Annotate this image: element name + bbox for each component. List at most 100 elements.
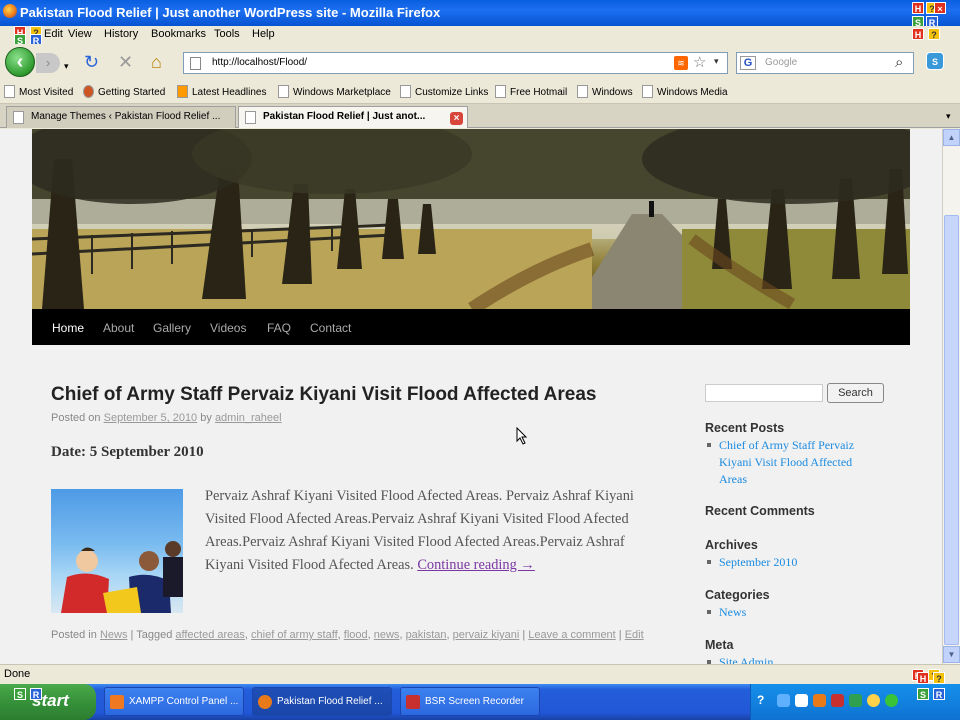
post-excerpt: Pervaiz Ashraf Kiyani Visited Flood Afec… (205, 485, 650, 577)
scroll-down-button[interactable]: ▼ (943, 646, 960, 663)
recent-comments-heading: Recent Comments (705, 504, 815, 518)
category-sidebar-link[interactable]: News (719, 604, 879, 621)
menu-view[interactable]: View (68, 28, 92, 40)
recorder-tray-icon[interactable] (831, 694, 844, 707)
tag-link[interactable]: pervaiz kiyani (453, 629, 520, 641)
recent-posts-heading: Recent Posts (705, 421, 785, 435)
close-icon[interactable]: × (934, 2, 946, 14)
menu-tools[interactable]: Tools (214, 28, 240, 40)
bookmarks-toolbar: Most Visited Getting Started Latest Head… (0, 80, 960, 104)
window-title-bar[interactable]: Pakistan Flood Relief | Just another Wor… (0, 0, 960, 28)
menu-edit[interactable]: Edit (44, 28, 63, 40)
volume-tray-icon[interactable] (867, 694, 880, 707)
recorder-red-icon-3: H (912, 28, 924, 40)
post-thumbnail[interactable] (51, 489, 183, 613)
security-tray-icon[interactable] (849, 694, 862, 707)
firefox-bookmark-icon (83, 85, 94, 98)
nav-home[interactable]: Home (52, 321, 84, 335)
rss-icon[interactable]: ≋ (674, 56, 688, 70)
scroll-thumb[interactable] (944, 215, 959, 645)
monitor-tray-icon[interactable] (795, 694, 808, 707)
by-label: by (200, 412, 212, 424)
tab-manage-themes[interactable]: Manage Themes ‹ Pakistan Flood Relief ..… (6, 106, 236, 128)
tab-bar: Manage Themes ‹ Pakistan Flood Relief ..… (0, 104, 960, 128)
page-bookmark-icon (278, 85, 289, 98)
forward-button[interactable]: › (36, 53, 60, 73)
page-bookmark-icon (400, 85, 411, 98)
post-title[interactable]: Chief of Army Staff Pervaiz Kiyani Visit… (51, 384, 597, 406)
site-admin-link[interactable]: Site Admin (719, 654, 879, 664)
menu-bar: H ? S R Edit View History Bookmarks Tool… (0, 26, 960, 46)
help-tray-icon[interactable]: ? (757, 693, 764, 707)
close-tab-icon[interactable]: × (450, 112, 463, 125)
reload-icon[interactable]: ↻ (84, 52, 99, 72)
edit-link[interactable]: Edit (625, 629, 644, 641)
back-button[interactable]: ‹ (5, 47, 35, 77)
bookmark-windows-marketplace[interactable]: Windows Marketplace (278, 85, 391, 98)
sidebar-search-button[interactable]: Search (827, 383, 884, 403)
tagged-label: | Tagged (130, 629, 173, 641)
history-dropdown-icon[interactable]: ▾ (64, 56, 69, 76)
search-icon[interactable]: ⌕ (895, 54, 903, 71)
page-icon (245, 111, 256, 124)
post-date-link[interactable]: September 5, 2010 (104, 412, 198, 424)
task-xampp[interactable]: XAMPP Control Panel ... (104, 687, 244, 716)
tag-link[interactable]: flood (344, 629, 368, 641)
sidebar-search-input[interactable] (705, 384, 823, 402)
recent-post-link[interactable]: Chief of Army Staff Pervaiz Kiyani Visit… (719, 437, 879, 488)
page-bookmark-icon (642, 85, 653, 98)
tag-link[interactable]: affected areas (175, 629, 245, 641)
bookmark-most-visited[interactable]: Most Visited (4, 85, 73, 98)
navigation-toolbar: ‹ › ▾ ↻ ✕ ⌂ http://localhost/Flood/ ≋ ☆ … (0, 44, 960, 80)
status-text: Done (4, 668, 31, 680)
categories-heading: Categories (705, 588, 770, 602)
continue-reading-link[interactable]: Continue reading → (417, 557, 535, 573)
menu-history[interactable]: History (104, 28, 138, 40)
leave-comment-link[interactable]: Leave a comment (528, 629, 615, 641)
url-dropdown-icon[interactable]: ▾ (714, 56, 719, 67)
scroll-up-button[interactable]: ▲ (943, 129, 960, 146)
stop-icon[interactable]: ✕ (118, 52, 133, 72)
url-bar[interactable]: http://localhost/Flood/ ≋ ☆ ▾ (183, 52, 728, 74)
task-bsr-recorder[interactable]: BSR Screen Recorder (400, 687, 540, 716)
nav-about[interactable]: About (103, 321, 134, 335)
bookmark-windows-media[interactable]: Windows Media (642, 85, 728, 98)
menu-bookmarks[interactable]: Bookmarks (151, 28, 206, 40)
tab-list-icon[interactable]: ▾ (946, 111, 951, 122)
nav-videos[interactable]: Videos (210, 321, 246, 335)
recorder-icon (406, 695, 420, 709)
status-tray-icon[interactable] (885, 694, 898, 707)
archive-link[interactable]: September 2010 (719, 554, 879, 571)
bookmark-windows[interactable]: Windows (577, 85, 633, 98)
tag-link[interactable]: news (374, 629, 400, 641)
vertical-scrollbar[interactable]: ▲ ▼ (942, 129, 960, 664)
tab-pakistan-flood-relief[interactable]: Pakistan Flood Relief | Just anot... (238, 106, 468, 128)
addon-icon[interactable]: S (926, 52, 944, 70)
status-bar: Done H ? (0, 664, 960, 684)
tag-link[interactable]: pakistan (406, 629, 447, 641)
bookmark-getting-started[interactable]: Getting Started (83, 85, 165, 98)
nav-faq[interactable]: FAQ (267, 321, 291, 335)
nav-gallery[interactable]: Gallery (153, 321, 191, 335)
nav-contact[interactable]: Contact (310, 321, 351, 335)
bookmark-star-icon[interactable]: ☆ (693, 53, 706, 71)
menu-help[interactable]: Help (252, 28, 275, 40)
posted-on-label: Posted on (51, 412, 101, 424)
author-link[interactable]: admin_raheel (215, 412, 282, 424)
bookmark-free-hotmail[interactable]: Free Hotmail (495, 85, 567, 98)
recorder-blue-icon-6: R (933, 688, 945, 700)
bookmark-customize-links[interactable]: Customize Links (400, 85, 488, 98)
page-bookmark-icon (577, 85, 588, 98)
bookmark-latest-headlines[interactable]: Latest Headlines (177, 85, 267, 98)
google-icon[interactable]: G (740, 56, 756, 70)
date-heading: Date: 5 September 2010 (51, 444, 204, 460)
category-link[interactable]: News (100, 629, 128, 641)
archives-heading: Archives (705, 538, 758, 552)
search-box[interactable]: G Google ⌕ (736, 52, 914, 74)
list-bullet (707, 560, 711, 564)
home-icon[interactable]: ⌂ (151, 52, 162, 72)
task-firefox[interactable]: Pakistan Flood Relief ... (252, 687, 392, 716)
network-tray-icon[interactable] (777, 694, 790, 707)
tag-link[interactable]: chief of army staff (251, 629, 338, 641)
xampp-tray-icon[interactable] (813, 694, 826, 707)
